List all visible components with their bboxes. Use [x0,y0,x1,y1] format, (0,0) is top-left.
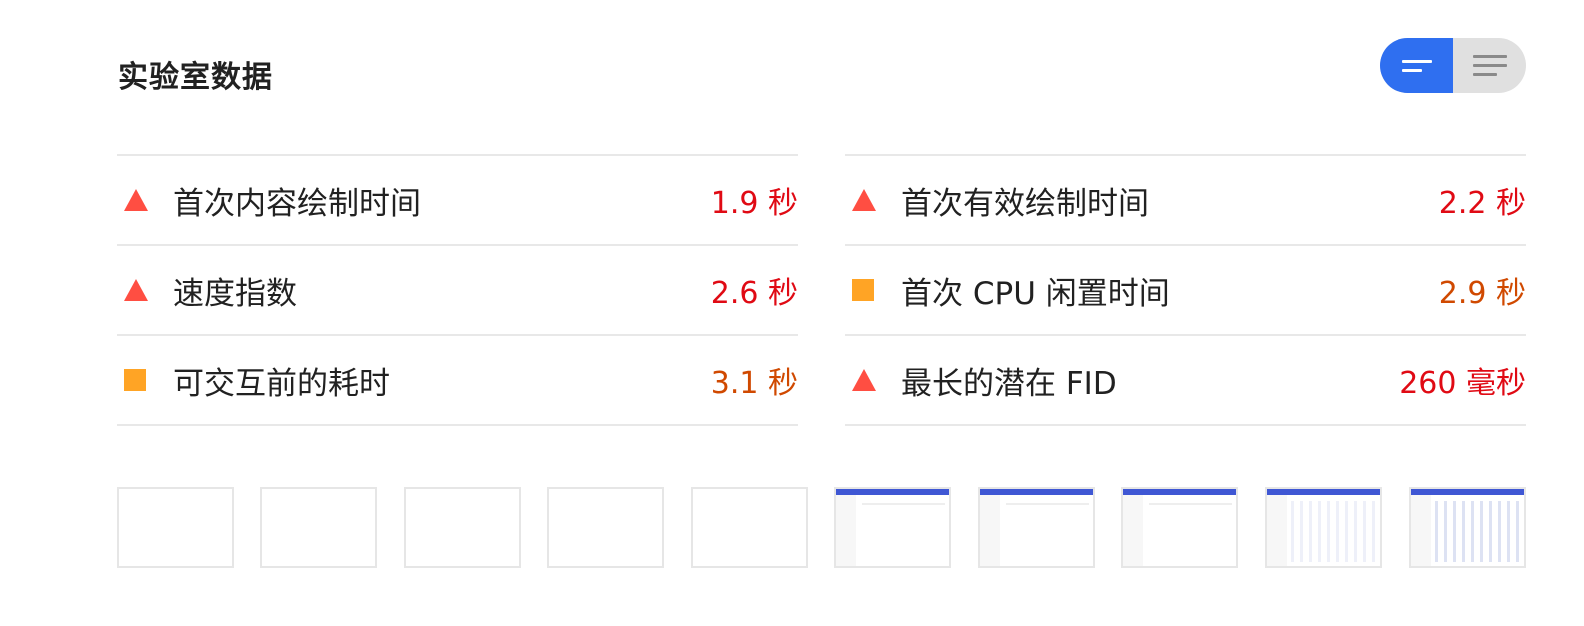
metric-value: 2.2 秒 [1438,186,1526,221]
metric-label: 首次内容绘制时间 [173,185,421,222]
metric-row-speed-index: 速度指数 2.6 秒 [117,246,798,336]
detail-view-button[interactable] [1453,38,1526,93]
metric-value: 3.1 秒 [710,366,798,401]
metric-label: 首次有效绘制时间 [901,185,1149,222]
metric-label: 速度指数 [173,275,297,312]
metric-value: 260 毫秒 [1399,366,1526,401]
metrics-column-left: 首次内容绘制时间 1.9 秒 速度指数 2.6 秒 可交互前的耗时 3.1 秒 [117,154,798,426]
fail-triangle-icon [124,279,148,301]
long-lines-icon [1472,55,1507,76]
fail-triangle-icon [852,189,876,211]
metric-label: 首次 CPU 闲置时间 [901,275,1170,312]
metric-row-max-potential-fid: 最长的潜在 FID 260 毫秒 [845,336,1526,426]
filmstrip-frame[interactable] [978,487,1095,568]
filmstrip-frame[interactable] [834,487,951,568]
page-title: 实验室数据 [118,60,273,95]
metric-row-time-to-interactive: 可交互前的耗时 3.1 秒 [117,336,798,426]
metric-row-first-contentful-paint: 首次内容绘制时间 1.9 秒 [117,156,798,246]
filmstrip-frame[interactable] [404,487,521,568]
average-square-icon [124,369,146,391]
metric-row-first-meaningful-paint: 首次有效绘制时间 2.2 秒 [845,156,1526,246]
filmstrip-frame[interactable] [1409,487,1526,568]
metric-value: 2.6 秒 [710,276,798,311]
average-square-icon [852,279,874,301]
filmstrip-frame[interactable] [547,487,664,568]
metric-row-first-cpu-idle: 首次 CPU 闲置时间 2.9 秒 [845,246,1526,336]
metric-label: 最长的潜在 FID [901,365,1117,402]
filmstrip-frame[interactable] [1265,487,1382,568]
metrics-column-right: 首次有效绘制时间 2.2 秒 首次 CPU 闲置时间 2.9 秒 最长的潜在 F… [845,154,1526,426]
short-lines-icon [1401,59,1432,72]
filmstrip-frame[interactable] [260,487,377,568]
fail-triangle-icon [852,369,876,391]
view-toggle[interactable] [1380,38,1526,93]
list-view-button[interactable] [1380,38,1453,93]
metric-label: 可交互前的耗时 [173,365,390,402]
metric-value: 2.9 秒 [1438,276,1526,311]
filmstrip-frame[interactable] [691,487,808,568]
filmstrip-frame[interactable] [117,487,234,568]
fail-triangle-icon [124,189,148,211]
filmstrip-frame[interactable] [1121,487,1238,568]
filmstrip [117,487,1526,570]
metric-value: 1.9 秒 [710,186,798,221]
